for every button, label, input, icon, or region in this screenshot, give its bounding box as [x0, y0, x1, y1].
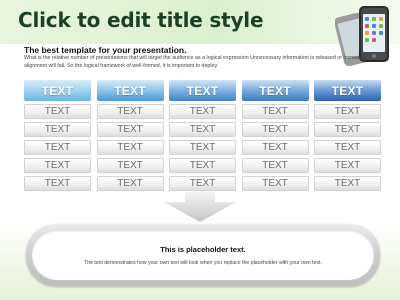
slide-title[interactable]: Click to edit title style — [18, 8, 264, 32]
table-cell[interactable]: TEXT — [24, 140, 91, 155]
table-cell[interactable]: TEXT — [314, 140, 381, 155]
table-header-cell[interactable]: TEXT — [169, 80, 236, 101]
table-header-cell[interactable]: TEXT — [24, 80, 91, 101]
subheading[interactable]: The best template for your presentation. — [24, 45, 186, 55]
table-cell[interactable]: TEXT — [241, 104, 309, 119]
table-cell[interactable]: TEXT — [241, 140, 309, 155]
table-cell[interactable]: TEXT — [24, 176, 91, 191]
table-cell[interactable]: TEXT — [314, 122, 381, 137]
table-header-cell[interactable]: TEXT — [96, 80, 164, 101]
table-cell[interactable]: TEXT — [96, 104, 164, 119]
text-table: TEXT TEXT TEXT TEXT TEXT TEXT TEXT TEXT … — [24, 80, 381, 191]
table-cell[interactable]: TEXT — [96, 140, 164, 155]
table-cell[interactable]: TEXT — [241, 158, 309, 173]
table-cell[interactable]: TEXT — [96, 158, 164, 173]
placeholder-title[interactable]: This is placeholder text. — [32, 245, 374, 254]
table-cell[interactable]: TEXT — [24, 158, 91, 173]
arrow-down-icon — [164, 192, 236, 222]
table-cell[interactable]: TEXT — [169, 158, 236, 173]
table-cell[interactable]: TEXT — [169, 176, 236, 191]
table-header-cell[interactable]: TEXT — [314, 80, 381, 101]
placeholder-box-inner: This is placeholder text. The text demon… — [32, 230, 374, 280]
table-cell[interactable]: TEXT — [24, 104, 91, 119]
placeholder-text[interactable]: The text demonstrates how your own text … — [32, 260, 374, 266]
table-cell[interactable]: TEXT — [169, 104, 236, 119]
table-cell[interactable]: TEXT — [241, 176, 309, 191]
table-cell[interactable]: TEXT — [241, 122, 309, 137]
body-text[interactable]: What is the relative number of presentat… — [24, 55, 384, 70]
table-cell[interactable]: TEXT — [96, 122, 164, 137]
placeholder-box: This is placeholder text. The text demon… — [26, 224, 380, 286]
table-cell[interactable]: TEXT — [314, 104, 381, 119]
table-cell[interactable]: TEXT — [169, 122, 236, 137]
table-cell[interactable]: TEXT — [24, 122, 91, 137]
table-cell[interactable]: TEXT — [314, 158, 381, 173]
table-cell[interactable]: TEXT — [314, 176, 381, 191]
table-header-cell[interactable]: TEXT — [241, 80, 309, 101]
table-cell[interactable]: TEXT — [169, 140, 236, 155]
table-cell[interactable]: TEXT — [96, 176, 164, 191]
